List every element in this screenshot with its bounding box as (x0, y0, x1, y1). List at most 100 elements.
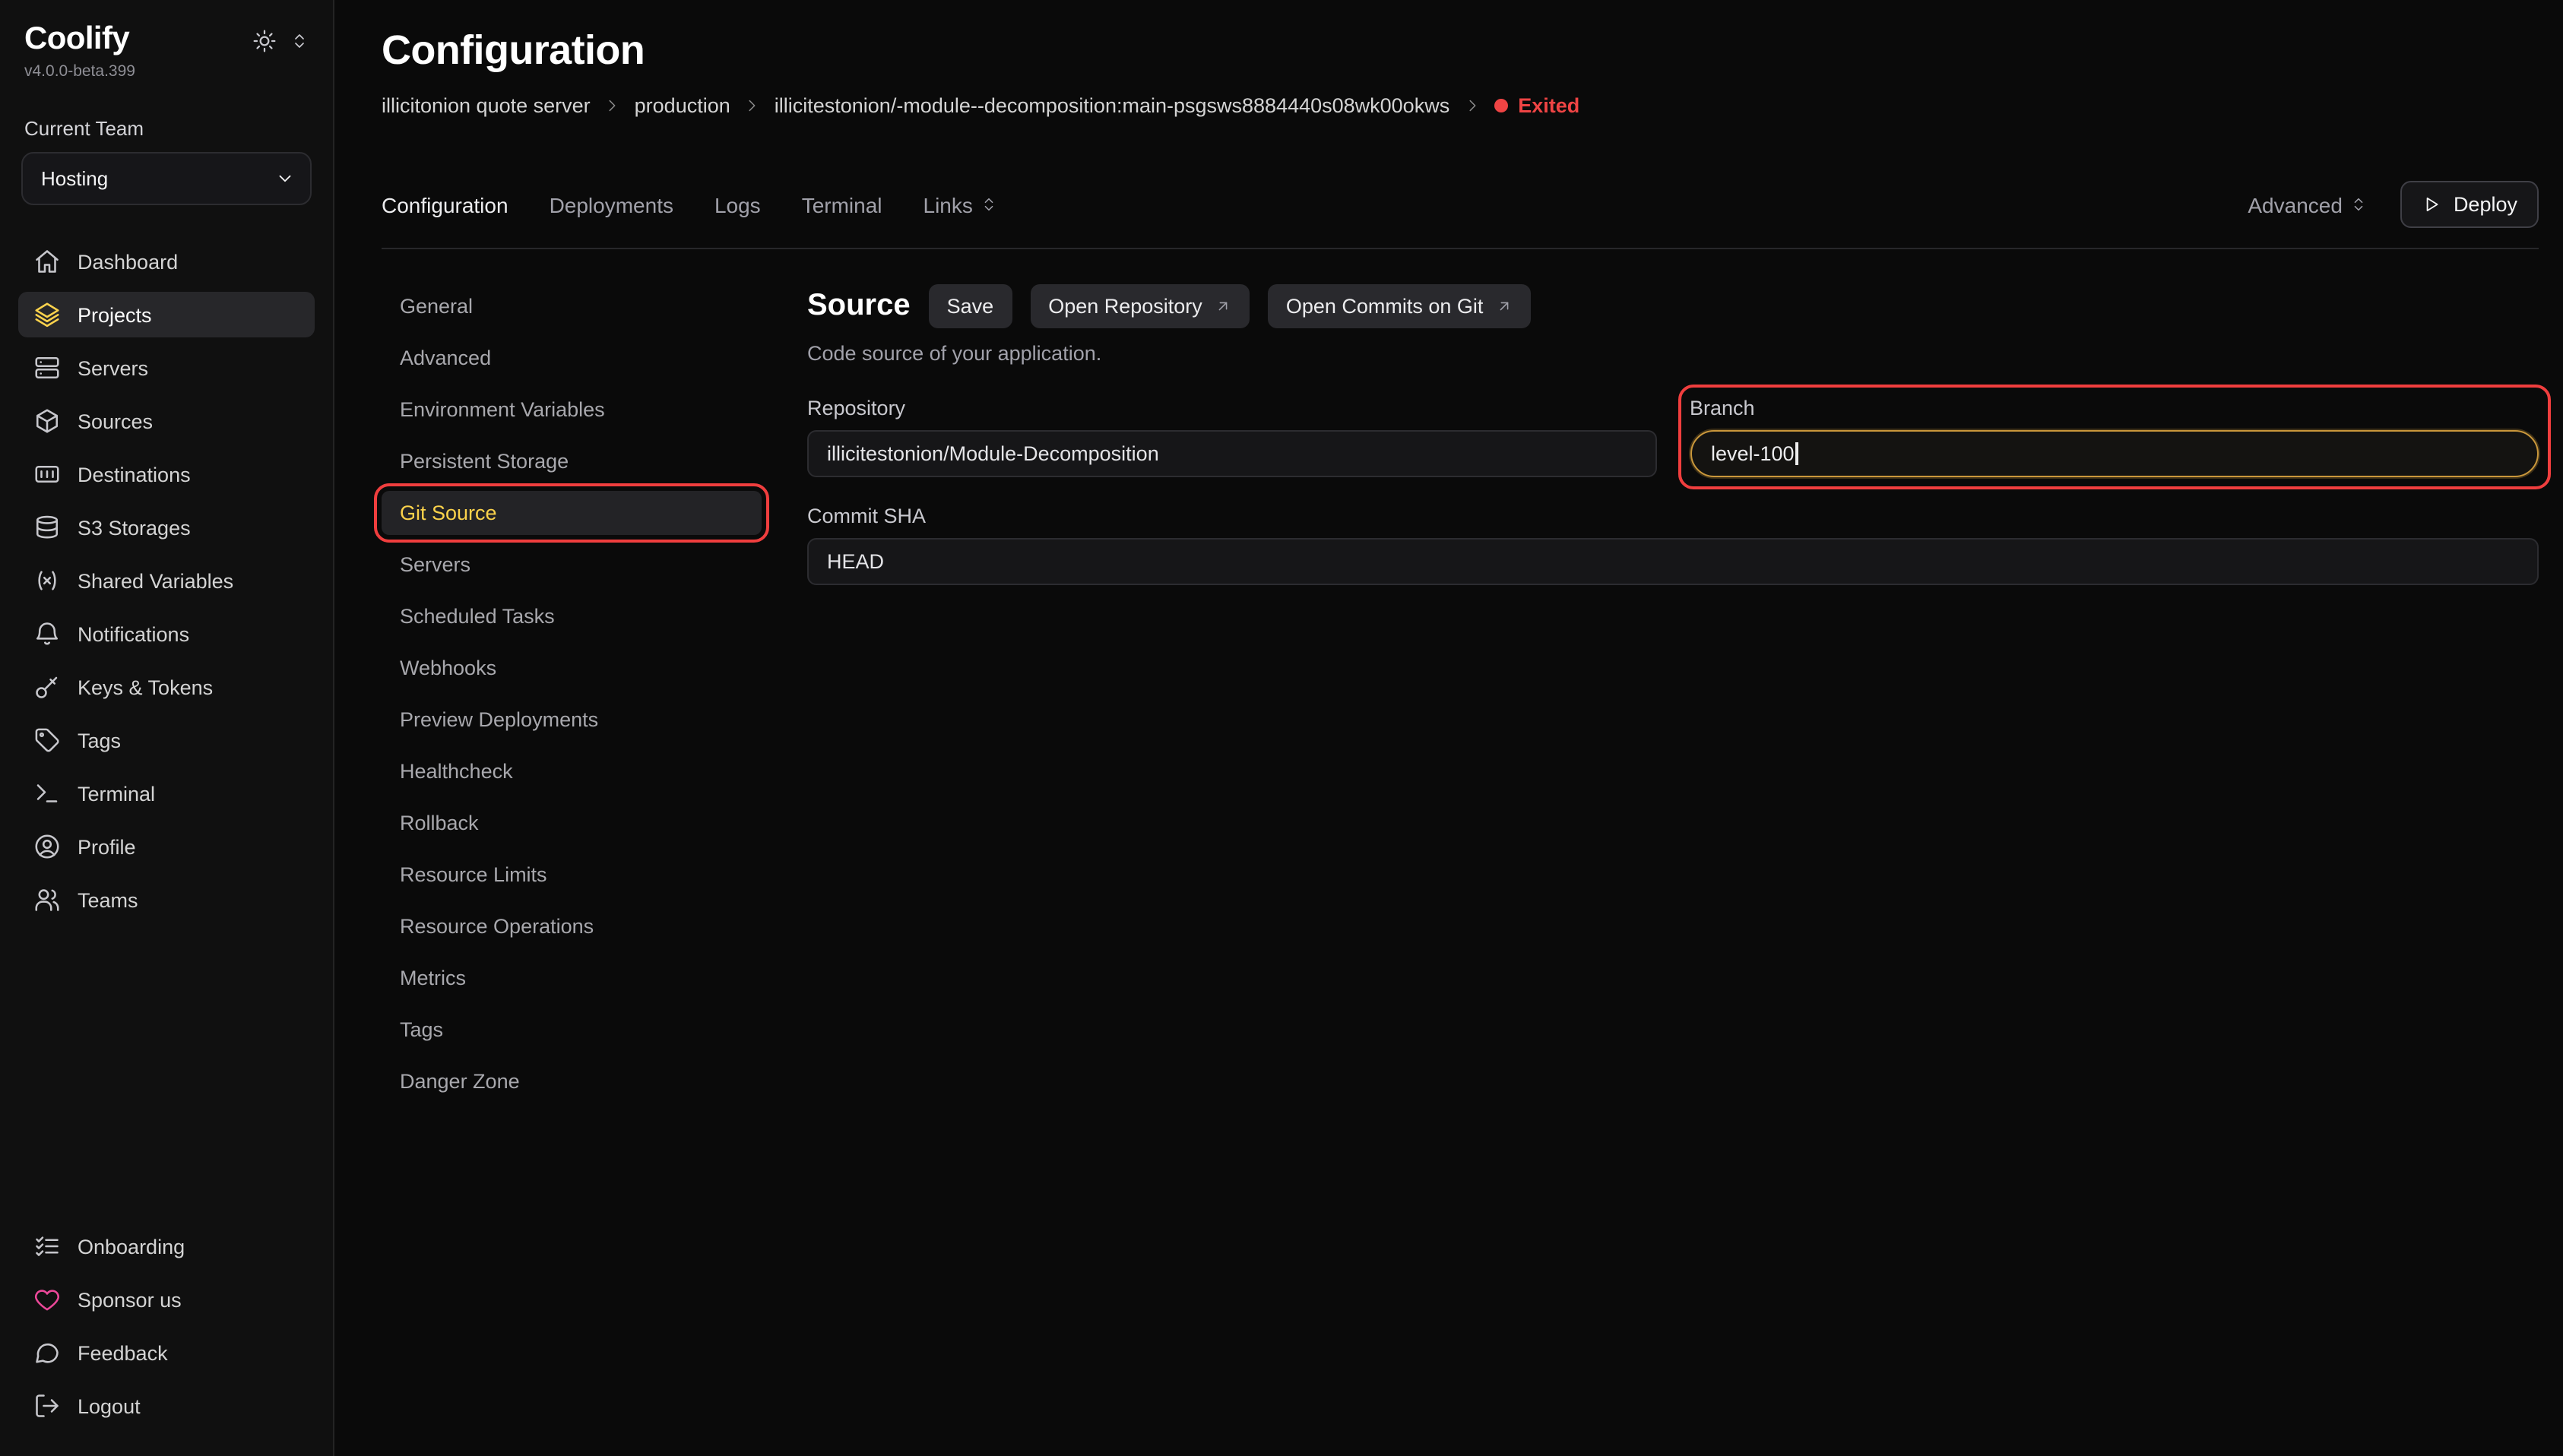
config-nav-resource-limits[interactable]: Resource Limits (382, 853, 762, 897)
tab-configuration[interactable]: Configuration (382, 192, 508, 217)
sidebar-item-label: Terminal (78, 782, 155, 805)
sidebar-header: Coolify (18, 21, 315, 56)
tab-logs[interactable]: Logs (714, 192, 761, 217)
config-nav-persistent-storage[interactable]: Persistent Storage (382, 439, 762, 483)
config-nav-resource-operations[interactable]: Resource Operations (382, 904, 762, 948)
sidebar-item-tags[interactable]: Tags (18, 717, 315, 763)
sidebar-item-keys-tokens[interactable]: Keys & Tokens (18, 664, 315, 710)
source-fields: Repository Branch level-100 Commit (807, 397, 2539, 585)
sidebar-item-label: Shared Variables (78, 569, 233, 592)
tab-terminal[interactable]: Terminal (802, 192, 882, 217)
sidebar-item-onboarding[interactable]: Onboarding (18, 1223, 315, 1269)
container-icon (33, 461, 61, 488)
tag-icon (33, 726, 61, 754)
sidebar-item-label: Projects (78, 303, 152, 326)
open-commits-button[interactable]: Open Commits on Git (1268, 284, 1531, 328)
sidebar-item-sponsor-us[interactable]: Sponsor us (18, 1277, 315, 1322)
config-nav-danger-zone[interactable]: Danger Zone (382, 1059, 762, 1103)
config-nav-scheduled-tasks[interactable]: Scheduled Tasks (382, 594, 762, 638)
config-nav-metrics[interactable]: Metrics (382, 956, 762, 1000)
users-icon (33, 886, 61, 913)
tab-deployments[interactable]: Deployments (550, 192, 673, 217)
app-version: v4.0.0-beta.399 (24, 62, 309, 81)
sidebar-item-label: Sponsor us (78, 1288, 182, 1311)
breadcrumb-resource[interactable]: illicitestonion/-module--decomposition:m… (775, 94, 1449, 117)
deploy-button[interactable]: Deploy (2400, 181, 2539, 228)
save-button[interactable]: Save (929, 284, 1012, 328)
source-section: Source Save Open Repository Open Commits… (807, 284, 2539, 585)
app-logo: Coolify (24, 21, 129, 56)
config-nav-environment-variables[interactable]: Environment Variables (382, 388, 762, 432)
theme-toggle-sun-icon[interactable] (252, 29, 277, 53)
chevron-right-icon (1463, 97, 1480, 114)
checklist-icon (33, 1233, 61, 1260)
repository-label: Repository (807, 397, 1656, 419)
bell-icon (33, 620, 61, 647)
sidebar-item-sources[interactable]: Sources (18, 398, 315, 444)
commit-sha-field: Commit SHA (807, 505, 2539, 585)
sidebar-item-feedback[interactable]: Feedback (18, 1330, 315, 1375)
repository-input[interactable] (807, 430, 1656, 477)
sidebar-item-label: Destinations (78, 463, 191, 486)
tab-links[interactable]: Links (924, 192, 997, 217)
config-nav-general[interactable]: General (382, 284, 762, 328)
status-label: Exited (1518, 94, 1579, 117)
team-select[interactable]: Hosting (21, 152, 312, 205)
sidebar-footer: Onboarding Sponsor us Feedback Logout (18, 1223, 315, 1429)
sidebar-item-logout[interactable]: Logout (18, 1383, 315, 1429)
sidebar-item-profile[interactable]: Profile (18, 824, 315, 869)
sidebar-item-destinations[interactable]: Destinations (18, 451, 315, 497)
advanced-label: Advanced (2248, 192, 2343, 217)
sidebar-item-servers[interactable]: Servers (18, 345, 315, 391)
sidebar-item-notifications[interactable]: Notifications (18, 611, 315, 657)
play-icon (2422, 195, 2441, 214)
config-nav-healthcheck[interactable]: Healthcheck (382, 749, 762, 793)
arrow-up-right-icon (1215, 298, 1231, 315)
main-content: Configuration illicitonion quote server … (334, 0, 2563, 1456)
save-button-label: Save (947, 295, 994, 318)
arrow-up-right-icon (1495, 298, 1512, 315)
breadcrumb-environment[interactable]: production (635, 94, 730, 117)
advanced-toggle[interactable]: Advanced (2248, 192, 2367, 217)
config-nav-tags[interactable]: Tags (382, 1008, 762, 1052)
deploy-button-label: Deploy (2454, 193, 2517, 216)
config-nav-preview-deployments[interactable]: Preview Deployments (382, 698, 762, 742)
config-nav-webhooks[interactable]: Webhooks (382, 646, 762, 690)
key-icon (33, 673, 61, 701)
open-repository-button[interactable]: Open Repository (1030, 284, 1250, 328)
sidebar-item-label: Servers (78, 356, 148, 379)
sidebar-item-s3-storages[interactable]: S3 Storages (18, 505, 315, 550)
cube-icon (33, 407, 61, 435)
config-nav-git-source[interactable]: Git Source (382, 491, 762, 535)
branch-input[interactable]: level-100 (1690, 430, 2539, 477)
sidebar-item-projects[interactable]: Projects (18, 292, 315, 337)
branch-label: Branch (1690, 397, 2539, 419)
branch-input-value: level-100 (1711, 442, 1795, 465)
breadcrumb-project[interactable]: illicitonion quote server (382, 94, 591, 117)
tabs-actions: Advanced Deploy (2248, 181, 2539, 228)
commit-sha-input[interactable] (807, 538, 2539, 585)
tabs-divider (382, 248, 2539, 249)
source-heading: Source (807, 289, 911, 324)
configuration-content: General Advanced Environment Variables P… (382, 284, 2539, 1103)
tab-links-label: Links (924, 192, 973, 217)
config-nav-advanced[interactable]: Advanced (382, 336, 762, 380)
config-nav-rollback[interactable]: Rollback (382, 801, 762, 845)
repository-field: Repository (807, 397, 1656, 477)
sidebar-item-label: Feedback (78, 1341, 168, 1364)
sidebar: Coolify v4.0.0-beta.399 Current Team Hos… (0, 0, 334, 1456)
sidebar-item-teams[interactable]: Teams (18, 877, 315, 923)
sidebar-item-shared-variables[interactable]: Shared Variables (18, 558, 315, 603)
chevron-right-icon (604, 97, 621, 114)
sidebar-item-label: Onboarding (78, 1235, 185, 1258)
status-dot (1494, 99, 1507, 112)
sidebar-item-terminal[interactable]: Terminal (18, 771, 315, 816)
open-repository-label: Open Repository (1048, 295, 1202, 318)
sidebar-collapse-chevrons-icon[interactable] (290, 32, 309, 50)
branch-field-annotation-box: Branch level-100 (1690, 397, 2539, 477)
tabs-row: Configuration Deployments Logs Terminal … (382, 181, 2539, 228)
sidebar-item-dashboard[interactable]: Dashboard (18, 239, 315, 284)
sidebar-item-label: Tags (78, 729, 121, 752)
status-badge: Exited (1494, 94, 1579, 117)
config-nav-servers[interactable]: Servers (382, 543, 762, 587)
